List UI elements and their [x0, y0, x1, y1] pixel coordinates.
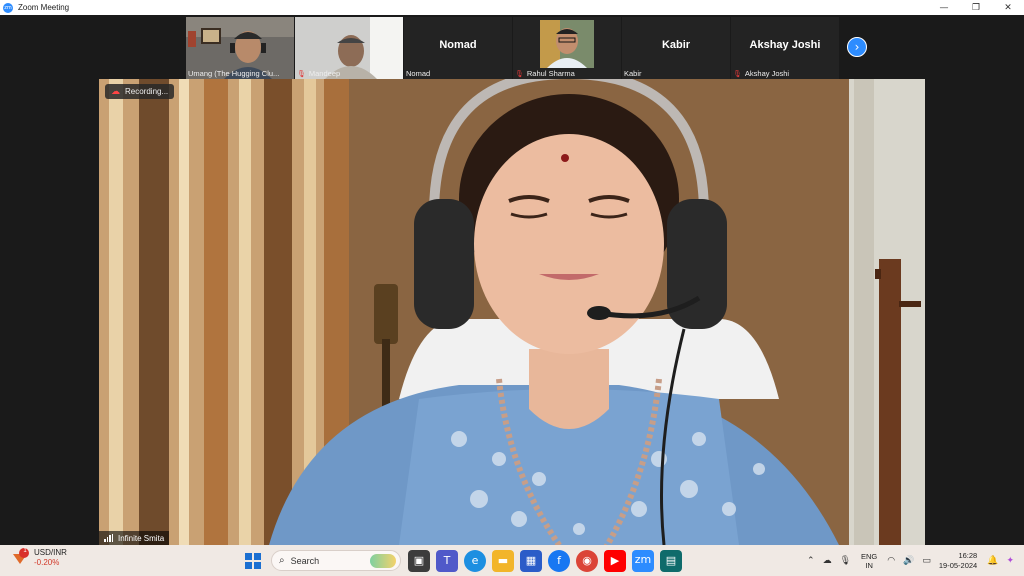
photos-icon[interactable]: ▤ [660, 549, 682, 572]
task-view-icon[interactable]: ▣ [408, 549, 430, 572]
participant-name-label: 🎙 Rahul Sharma [515, 69, 575, 78]
clock-time: 16:28 [958, 550, 978, 560]
clock[interactable]: 16:28 19-05-2024 [939, 551, 977, 571]
participant-tile[interactable]: Umang (The Hugging Clu... [186, 17, 294, 79]
facebook-icon[interactable]: f [548, 549, 570, 572]
notification-badge: 1 [23, 548, 27, 554]
speaker-name: Infinite Smita [118, 533, 165, 543]
participant-tile[interactable]: Akshay Joshi 🎙 Akshay Joshi [731, 17, 839, 79]
participant-tile[interactable]: Nomad Nomad [404, 17, 512, 79]
muted-mic-icon: 🎙 [297, 69, 306, 78]
chevron-up-icon[interactable]: ⌃ [807, 556, 815, 566]
participant-name-label: Kabir [624, 69, 642, 78]
teams-icon[interactable]: T [436, 549, 458, 572]
system-tray: ⌃ ☁ 🎙 ENG IN ◠ 🔊 ▭ 16:28 19-05-2024 🔔 ✦ [803, 548, 1018, 573]
participant-name-label: 🎙 Akshay Joshi [733, 69, 790, 78]
language-indicator[interactable]: ENG IN [861, 552, 877, 570]
chevron-right-icon: › [854, 40, 860, 54]
muted-mic-icon: 🎙 [733, 69, 742, 78]
battery-icon[interactable]: ▭ [922, 556, 931, 566]
participant-name-label: Nomad [406, 69, 431, 78]
participant-name-label: 🎙 Mandeep [297, 69, 341, 78]
close-button[interactable]: ✕ [992, 0, 1024, 15]
clock-date: 19-05-2024 [938, 560, 978, 570]
search-placeholder: Search [290, 555, 320, 566]
participant-strip: Umang (The Hugging Clu... 🎙 Mandeep Noma… [186, 17, 840, 79]
participant-display-name: Akshay Joshi [749, 39, 821, 51]
minimize-button[interactable]: — [928, 0, 960, 15]
muted-mic-icon: 🎙 [515, 69, 524, 78]
title-bar: zm Zoom Meeting — ❐ ✕ [0, 0, 1024, 15]
taskbar: 1 USD/INR -0.20% ⌕ Search ▣ T e ▬ ▦ f ◉ … [0, 545, 1024, 576]
participant-display-name: Kabir [661, 39, 691, 51]
wifi-icon[interactable]: ◠ [887, 556, 895, 566]
ticker-icon: 1 [10, 548, 30, 568]
onedrive-icon[interactable]: ☁ [823, 556, 832, 566]
ticker-change: -0.20% [34, 558, 60, 567]
restore-button[interactable]: ❐ [960, 0, 992, 15]
search-highlight-icon [370, 554, 396, 568]
active-speaker-video: ☁ Recording... Infinite Smita [99, 79, 925, 545]
participant-tile[interactable]: 🎙 Rahul Sharma [513, 17, 621, 79]
speaker-name-label: Infinite Smita [99, 531, 170, 545]
copilot-icon[interactable]: ✦ [1006, 556, 1014, 566]
search-icon: ⌕ [279, 555, 285, 566]
edge-icon[interactable]: e [464, 549, 486, 572]
meeting-area: Umang (The Hugging Clu... 🎙 Mandeep Noma… [0, 15, 1024, 545]
zoom-app-icon: zm [3, 2, 13, 13]
participant-name-label: Umang (The Hugging Clu... [188, 69, 280, 78]
microphone-icon[interactable]: 🎙 [840, 556, 851, 566]
taskbar-search[interactable]: ⌕ Search [271, 550, 401, 571]
ticker-symbol: USD/INR [34, 548, 67, 557]
region-code: IN [865, 560, 873, 570]
language-code: ENG [861, 551, 878, 561]
zoom-taskbar-icon[interactable]: zm [632, 549, 654, 572]
taskbar-apps: ⌕ Search ▣ T e ▬ ▦ f ◉ ▶ zm ▤ [239, 549, 685, 572]
youtube-icon[interactable]: ▶ [604, 549, 626, 572]
next-page-button[interactable]: › [847, 37, 867, 57]
recording-indicator[interactable]: ☁ Recording... [105, 84, 175, 99]
notifications-icon[interactable]: 🔔 [987, 556, 998, 566]
connection-signal-icon [104, 534, 114, 542]
cloud-recording-icon: ☁ [111, 86, 120, 97]
participant-tile[interactable]: Kabir Kabir [622, 17, 730, 79]
windows-start-icon[interactable] [242, 550, 264, 572]
recording-label: Recording... [125, 87, 169, 96]
microsoft-store-icon[interactable]: ▦ [520, 549, 542, 572]
file-explorer-icon[interactable]: ▬ [492, 549, 514, 572]
window-title: Zoom Meeting [18, 3, 70, 12]
participant-tile[interactable]: 🎙 Mandeep [295, 17, 403, 79]
chrome-icon[interactable]: ◉ [576, 549, 598, 572]
speaker-video-feed [99, 79, 925, 545]
ticker-widget[interactable]: 1 USD/INR -0.20% [10, 548, 67, 568]
volume-icon[interactable]: 🔊 [903, 556, 914, 566]
participant-display-name: Nomad [439, 39, 477, 51]
window-controls: — ❐ ✕ [928, 0, 1024, 15]
